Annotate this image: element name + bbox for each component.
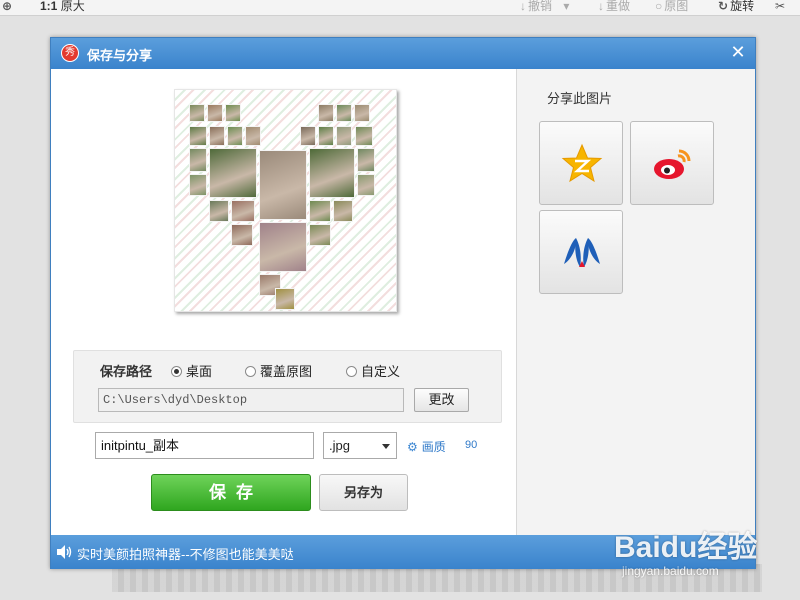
save-path-group: 保存路径 桌面 覆盖原图 自定义 C:\Users\dyd\Desktop 更改 bbox=[73, 350, 502, 423]
watermark-url: jingyan.baidu.com bbox=[622, 564, 719, 578]
scissors-icon: ✂ bbox=[775, 0, 786, 13]
collage-tile bbox=[189, 174, 207, 196]
watermark-logo: Baidu经验 bbox=[614, 531, 758, 564]
gear-icon: ⚙ bbox=[407, 440, 418, 454]
collage-tile bbox=[354, 104, 370, 122]
save-path-label: 保存路径 bbox=[100, 364, 153, 379]
radio-overwrite-original[interactable]: 覆盖原图 bbox=[245, 361, 312, 380]
collage-tile bbox=[309, 224, 331, 246]
collage-tile bbox=[318, 126, 334, 146]
radio-desktop-label: 桌面 bbox=[186, 364, 213, 379]
save-button[interactable]: 保存 bbox=[151, 474, 311, 511]
collage-tile bbox=[189, 148, 207, 172]
collage-tile bbox=[231, 200, 255, 222]
rotate-button[interactable]: ↻ 旋转 bbox=[718, 0, 754, 14]
radio-overwrite-indicator bbox=[245, 366, 256, 377]
rotate-label: 旋转 bbox=[730, 0, 755, 13]
collage-tile bbox=[209, 126, 225, 146]
radio-custom[interactable]: 自定义 bbox=[346, 361, 400, 380]
collage-tile bbox=[309, 148, 355, 198]
speaker-icon bbox=[57, 545, 72, 559]
quality-value: 90 bbox=[465, 439, 478, 451]
collage-tile bbox=[209, 200, 229, 222]
top-toolbar: ⊕ 1:1 原大 ↓ 撤销 ▾ ↓ 重做 ○ 原图 ↻ 旋转 ✂ bbox=[0, 0, 800, 16]
undo-icon: ↓ bbox=[520, 0, 526, 13]
original-size-button[interactable]: 1:1 原大 bbox=[40, 0, 85, 14]
collage-tile bbox=[357, 148, 375, 172]
save-share-dialog: 秀 保存与分享 ✕ 保存路径 桌面 覆盖原图 自定义 C:\Users\dyd\… bbox=[50, 37, 756, 569]
collage-tile bbox=[336, 126, 352, 146]
collage-tile bbox=[231, 224, 253, 246]
change-path-button[interactable]: 更改 bbox=[414, 388, 469, 412]
collage-tile bbox=[259, 222, 307, 272]
reset-original-button[interactable]: ○ 原图 bbox=[655, 0, 688, 14]
share-weibo-button[interactable] bbox=[630, 121, 714, 205]
radio-overwrite-label: 覆盖原图 bbox=[260, 364, 313, 379]
collage-tile bbox=[225, 104, 241, 122]
chevron-down-icon bbox=[382, 444, 390, 449]
renren-icon bbox=[564, 238, 600, 267]
rotate-icon: ↻ bbox=[718, 0, 729, 13]
collage-tile bbox=[275, 288, 295, 310]
dialog-title: 保存与分享 bbox=[87, 48, 153, 63]
reset-label: 原图 bbox=[664, 0, 689, 13]
zoom-in-icon: ⊕ bbox=[2, 0, 13, 13]
undo-button[interactable]: ↓ 撤销 ▾ bbox=[520, 0, 571, 14]
reset-icon: ○ bbox=[655, 0, 663, 13]
close-icon: ✕ bbox=[730, 42, 746, 62]
collage-tile bbox=[259, 150, 307, 220]
weibo-icon bbox=[654, 149, 691, 179]
collage-tile bbox=[207, 104, 223, 122]
collage-tile bbox=[355, 126, 373, 146]
undo-label: 撤销 bbox=[528, 0, 553, 13]
collage-tile bbox=[189, 126, 207, 146]
qzone-star-icon bbox=[561, 143, 603, 183]
format-select[interactable]: .jpg bbox=[323, 432, 397, 459]
share-title: 分享此图片 bbox=[547, 91, 613, 106]
collage-preview bbox=[174, 89, 397, 312]
ratio-label: 1:1 bbox=[40, 0, 58, 13]
dialog-content: 保存路径 桌面 覆盖原图 自定义 C:\Users\dyd\Desktop 更改… bbox=[51, 69, 755, 535]
save-path-field[interactable]: C:\Users\dyd\Desktop bbox=[98, 388, 404, 412]
radio-desktop-indicator bbox=[171, 366, 182, 377]
collage-tile bbox=[336, 104, 352, 122]
filename-input[interactable]: initpintu_副本 bbox=[95, 432, 314, 459]
redo-button[interactable]: ↓ 重做 bbox=[598, 0, 630, 14]
save-as-button[interactable]: 另存为 bbox=[319, 474, 408, 511]
app-logo-icon: 秀 bbox=[61, 44, 79, 62]
collage-tile bbox=[189, 104, 205, 122]
quality-link[interactable]: ⚙ 画质 bbox=[407, 438, 446, 455]
collage-tile bbox=[357, 174, 375, 196]
collage-tile bbox=[227, 126, 243, 146]
close-button[interactable]: ✕ bbox=[729, 42, 747, 62]
share-renren-button[interactable] bbox=[539, 210, 623, 294]
collage-tile bbox=[309, 200, 331, 222]
redo-label: 重做 bbox=[606, 0, 631, 13]
radio-custom-indicator bbox=[346, 366, 357, 377]
original-size-label: 原大 bbox=[60, 0, 85, 13]
zoom-in-button[interactable]: ⊕ bbox=[2, 0, 14, 14]
collage-tile bbox=[300, 126, 316, 146]
radio-custom-label: 自定义 bbox=[361, 364, 401, 379]
footer-promo-link[interactable]: 实时美颜拍照神器--不修图也能美美哒 bbox=[77, 544, 294, 563]
dialog-titlebar: 秀 保存与分享 ✕ bbox=[51, 38, 755, 69]
collage-tile bbox=[333, 200, 353, 222]
crop-button[interactable]: ✂ bbox=[775, 0, 787, 14]
quality-label: 画质 bbox=[421, 440, 446, 454]
share-panel: 分享此图片 bbox=[516, 69, 755, 535]
share-qzone-button[interactable] bbox=[539, 121, 623, 205]
collage-tile bbox=[245, 126, 261, 146]
radio-desktop[interactable]: 桌面 bbox=[171, 361, 212, 380]
redo-icon: ↓ bbox=[598, 0, 604, 13]
collage-tile bbox=[209, 148, 257, 198]
collage-tile bbox=[318, 104, 334, 122]
format-select-value: .jpg bbox=[329, 438, 350, 453]
undo-dropdown-icon[interactable]: ▾ bbox=[563, 0, 569, 13]
